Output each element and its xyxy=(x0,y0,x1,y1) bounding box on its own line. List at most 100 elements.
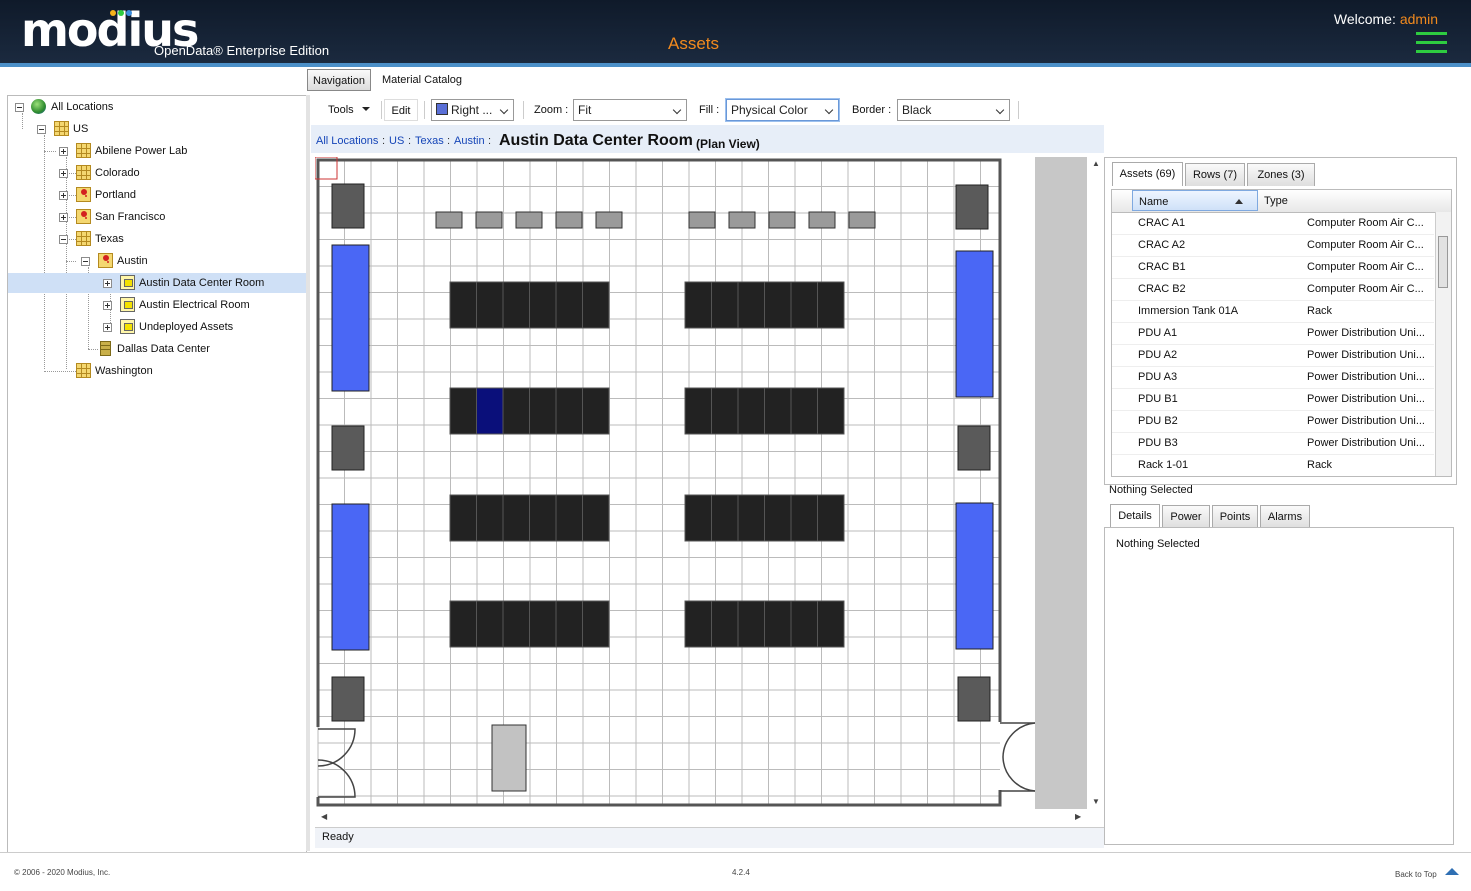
rack[interactable] xyxy=(711,494,739,542)
rack[interactable] xyxy=(449,600,477,648)
view-select[interactable]: Right ... xyxy=(431,99,514,121)
back-to-top-link[interactable]: Back to Top xyxy=(1395,870,1437,879)
tab-details[interactable]: Details xyxy=(1110,504,1160,528)
edit-button[interactable]: Edit xyxy=(384,99,418,121)
rack[interactable] xyxy=(476,494,504,542)
rack[interactable] xyxy=(737,281,765,329)
rack[interactable] xyxy=(582,387,610,435)
floor-plan-svg[interactable] xyxy=(315,157,1087,809)
breadcrumb-link[interactable]: US xyxy=(389,135,404,147)
rack[interactable] xyxy=(790,387,818,435)
pdu-unit[interactable] xyxy=(957,676,991,722)
pdu-unit[interactable] xyxy=(331,183,365,229)
scroll-right-icon[interactable]: ▶ xyxy=(1075,812,1081,821)
perforated-tile[interactable] xyxy=(688,211,716,229)
rack[interactable] xyxy=(764,494,792,542)
table-row[interactable]: CRAC A1 Computer Room Air C... xyxy=(1112,212,1434,235)
rack[interactable] xyxy=(790,600,818,648)
crac-unit[interactable] xyxy=(955,502,994,650)
breadcrumb-link[interactable]: Texas xyxy=(415,135,444,147)
rack[interactable] xyxy=(502,387,530,435)
rack[interactable] xyxy=(817,281,845,329)
collapse-icon[interactable] xyxy=(37,125,46,134)
tab-zones[interactable]: Zones (3) xyxy=(1247,163,1315,186)
rack[interactable] xyxy=(476,281,504,329)
tree-item-san-francisco[interactable]: San Francisco xyxy=(8,207,306,227)
breadcrumb-link[interactable]: Austin xyxy=(454,135,485,147)
rack[interactable] xyxy=(502,281,530,329)
plan-horizontal-scrollbar[interactable]: ◀ ▶ xyxy=(315,811,1087,823)
perforated-tile[interactable] xyxy=(595,211,623,229)
rack[interactable] xyxy=(502,600,530,648)
breadcrumb-link[interactable]: All Locations xyxy=(316,135,378,147)
perforated-tile[interactable] xyxy=(555,211,583,229)
rack[interactable] xyxy=(684,600,712,648)
table-row[interactable]: PDU B2 Power Distribution Uni... xyxy=(1112,410,1434,433)
rack[interactable] xyxy=(529,387,557,435)
zoom-select[interactable]: Fit xyxy=(573,99,687,121)
expand-icon[interactable] xyxy=(59,147,68,156)
rack[interactable] xyxy=(449,494,477,542)
collapse-icon[interactable] xyxy=(59,235,68,244)
crac-unit[interactable] xyxy=(955,250,994,398)
crac-unit[interactable] xyxy=(331,244,370,392)
table-row[interactable]: PDU B1 Power Distribution Uni... xyxy=(1112,388,1434,411)
tree-item-dallas-data-center[interactable]: Dallas Data Center xyxy=(8,339,306,359)
rack[interactable] xyxy=(790,281,818,329)
rack[interactable] xyxy=(529,494,557,542)
fill-select[interactable]: Physical Color xyxy=(726,99,839,121)
rack[interactable] xyxy=(502,494,530,542)
rack[interactable] xyxy=(476,600,504,648)
rack[interactable] xyxy=(529,281,557,329)
grid-scroll-thumb[interactable] xyxy=(1438,236,1448,288)
immersion-tank[interactable] xyxy=(491,724,527,792)
pdu-unit[interactable] xyxy=(957,425,991,471)
table-row[interactable]: PDU A2 Power Distribution Uni... xyxy=(1112,344,1434,367)
pdu-unit[interactable] xyxy=(331,425,365,471)
tree-item-undeployed-assets[interactable]: Undeployed Assets xyxy=(8,317,306,337)
rack[interactable] xyxy=(764,387,792,435)
perforated-tile[interactable] xyxy=(435,211,463,229)
table-row[interactable]: CRAC A2 Computer Room Air C... xyxy=(1112,234,1434,257)
scroll-up-icon[interactable]: ▲ xyxy=(1092,159,1100,168)
rack[interactable] xyxy=(684,494,712,542)
table-row[interactable]: CRAC B2 Computer Room Air C... xyxy=(1112,278,1434,301)
expand-icon[interactable] xyxy=(103,323,112,332)
rack[interactable] xyxy=(582,494,610,542)
rack[interactable] xyxy=(711,281,739,329)
rack[interactable] xyxy=(582,281,610,329)
rack[interactable] xyxy=(555,387,583,435)
tab-rows[interactable]: Rows (7) xyxy=(1185,163,1245,186)
tools-menu-button[interactable]: Tools xyxy=(328,99,378,121)
table-row[interactable]: PDU B3 Power Distribution Uni... xyxy=(1112,432,1434,455)
perforated-tile[interactable] xyxy=(808,211,836,229)
expand-icon[interactable] xyxy=(103,279,112,288)
rack[interactable] xyxy=(790,494,818,542)
tree-item-us[interactable]: US xyxy=(8,119,306,139)
hamburger-menu-icon[interactable] xyxy=(1416,32,1447,56)
tree-item-texas[interactable]: Texas xyxy=(8,229,306,249)
rack[interactable] xyxy=(737,494,765,542)
rack[interactable] xyxy=(529,600,557,648)
tree-item-washington[interactable]: Washington xyxy=(8,361,306,381)
column-header-name[interactable]: Name xyxy=(1132,190,1258,211)
expand-icon[interactable] xyxy=(59,169,68,178)
expand-icon[interactable] xyxy=(59,213,68,222)
rack[interactable] xyxy=(449,281,477,329)
rack[interactable] xyxy=(449,387,477,435)
rack[interactable] xyxy=(764,281,792,329)
rack[interactable] xyxy=(817,494,845,542)
rack[interactable] xyxy=(737,387,765,435)
table-row[interactable]: Rack 1-01 Rack xyxy=(1112,454,1434,476)
tab-navigation[interactable]: Navigation xyxy=(307,69,371,91)
rack[interactable] xyxy=(555,494,583,542)
panel-splitter[interactable] xyxy=(306,95,310,851)
tab-points[interactable]: Points xyxy=(1212,505,1258,528)
perforated-tile[interactable] xyxy=(728,211,756,229)
tree-item-abilene-power-lab[interactable]: Abilene Power Lab xyxy=(8,141,306,161)
tree-item-austin-data-center-room[interactable]: Austin Data Center Room xyxy=(8,273,306,293)
expand-icon[interactable] xyxy=(59,191,68,200)
floor-plan-canvas[interactable] xyxy=(315,157,1087,809)
back-to-top-icon[interactable] xyxy=(1445,868,1459,875)
rack[interactable] xyxy=(817,387,845,435)
